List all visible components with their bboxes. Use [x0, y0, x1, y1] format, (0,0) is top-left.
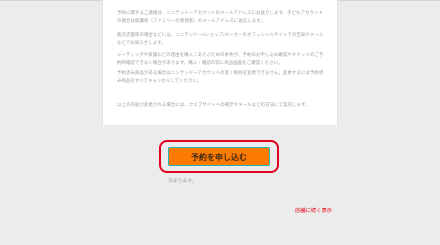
status-text: 決まります。 — [168, 179, 197, 184]
reservation-notice-panel: 予約に関するご連絡は、ニンテンドーアカウントのメールアドレスにお送りします。子ど… — [102, 0, 338, 125]
notice-paragraph: 以上の内容が変更される場合には、ウェブサイトへの掲示やメールなどの方法にて案内し… — [117, 103, 310, 109]
notice-paragraph: レーティングや保護などの理由を購入 / あそぶための条件が、予約のお申し込み確認… — [117, 53, 324, 67]
notice-paragraph: 販売店舗等の場合などには、ニンテンドーeショップ/メーカーのオフィシャルサイトで… — [117, 33, 324, 47]
reserve-button[interactable]: 予約を申し込む — [168, 147, 270, 166]
continue-link[interactable]: 店舗に続く表示 — [295, 208, 332, 215]
notice-paragraph: 予約に関するご連絡は、ニンテンドーアカウントのメールアドレスにお送りします。子ど… — [117, 11, 323, 25]
notice-paragraph: 予約済み商品がある場合はニンテンドーアカウントの退 / 削除を変更できません。変… — [117, 71, 324, 85]
